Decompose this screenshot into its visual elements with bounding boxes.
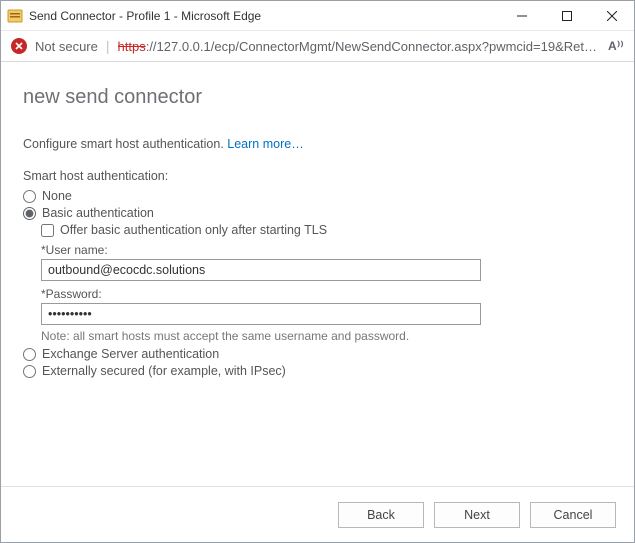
page-title: new send connector (23, 86, 612, 109)
radio-basic-input[interactable] (23, 207, 36, 220)
url-rest: ://127.0.0.1/ecp/ConnectorMgmt/NewSendCo… (146, 39, 597, 54)
not-secure-label[interactable]: Not secure (35, 39, 98, 54)
cancel-button[interactable]: Cancel (530, 502, 616, 528)
not-secure-icon[interactable] (11, 38, 27, 54)
radio-basic-label: Basic authentication (42, 206, 154, 220)
radio-external-input[interactable] (23, 365, 36, 378)
learn-more-link[interactable]: Learn more… (227, 137, 303, 151)
next-button[interactable]: Next (434, 502, 520, 528)
read-aloud-icon[interactable]: A⁾⁾ (608, 39, 624, 53)
minimize-button[interactable] (499, 1, 544, 30)
radio-basic[interactable]: Basic authentication (23, 206, 612, 220)
checkbox-tls-input[interactable] (41, 224, 54, 237)
radio-exchange[interactable]: Exchange Server authentication (23, 347, 612, 361)
username-label: *User name: (41, 243, 612, 257)
radio-exchange-label: Exchange Server authentication (42, 347, 219, 361)
checkbox-tls[interactable]: Offer basic authentication only after st… (41, 223, 612, 237)
back-button[interactable]: Back (338, 502, 424, 528)
intro-text: Configure smart host authentication. Lea… (23, 137, 612, 151)
window-title: Send Connector - Profile 1 - Microsoft E… (29, 9, 499, 23)
username-input[interactable] (41, 259, 481, 281)
basic-auth-panel: Offer basic authentication only after st… (41, 223, 612, 343)
radio-none-label: None (42, 189, 72, 203)
app-icon (7, 8, 23, 24)
password-label: *Password: (41, 287, 612, 301)
password-input[interactable] (41, 303, 481, 325)
wizard-footer: Back Next Cancel (1, 486, 634, 542)
maximize-button[interactable] (544, 1, 589, 30)
radio-none[interactable]: None (23, 189, 612, 203)
url-scheme: https (118, 39, 146, 54)
window-titlebar: Send Connector - Profile 1 - Microsoft E… (1, 1, 634, 31)
radio-external[interactable]: Externally secured (for example, with IP… (23, 364, 612, 378)
section-label: Smart host authentication: (23, 169, 612, 183)
radio-external-label: Externally secured (for example, with IP… (42, 364, 286, 378)
url-text[interactable]: https://127.0.0.1/ecp/ConnectorMgmt/NewS… (118, 39, 600, 54)
window-controls (499, 1, 634, 30)
auth-note: Note: all smart hosts must accept the sa… (41, 329, 612, 343)
address-bar: Not secure | https://127.0.0.1/ecp/Conne… (1, 31, 634, 62)
checkbox-tls-label: Offer basic authentication only after st… (60, 223, 327, 237)
page-content: new send connector Configure smart host … (1, 62, 634, 486)
intro-plain: Configure smart host authentication. (23, 137, 227, 151)
close-button[interactable] (589, 1, 634, 30)
radio-none-input[interactable] (23, 190, 36, 203)
address-separator: | (106, 38, 110, 54)
radio-exchange-input[interactable] (23, 348, 36, 361)
